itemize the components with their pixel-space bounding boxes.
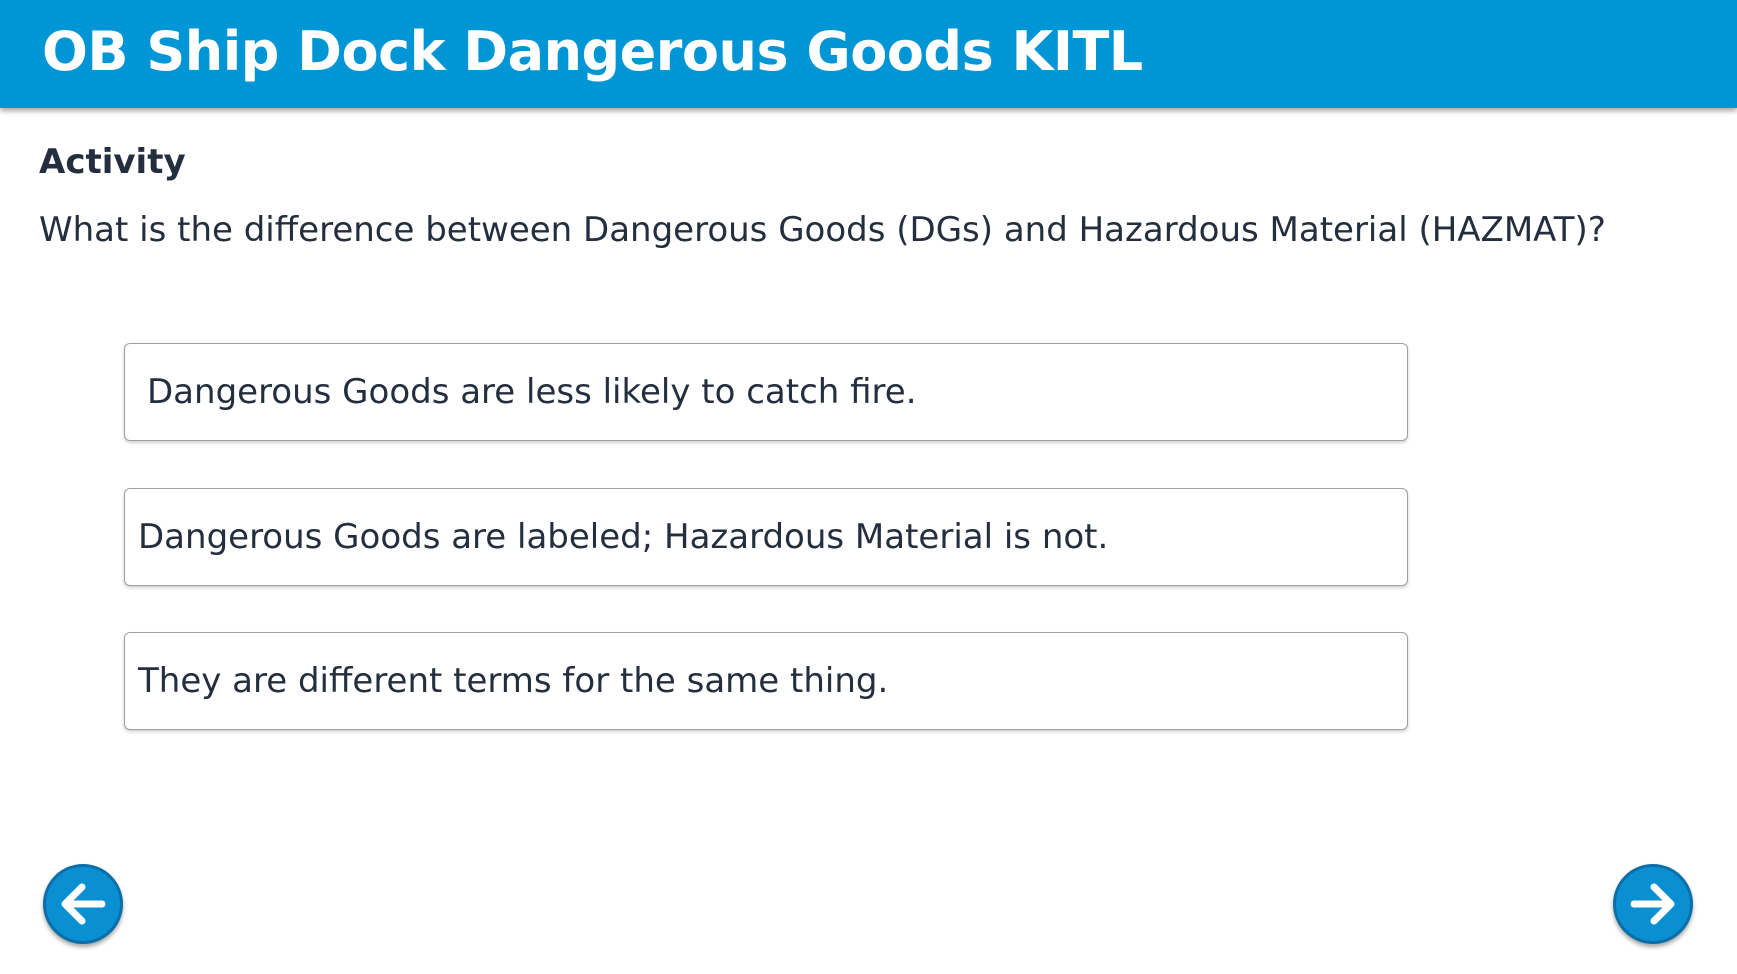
- course-title: OB Ship Dock Dangerous Goods KITL: [42, 20, 1143, 83]
- answer-option-text: Dangerous Goods are less likely to catch…: [147, 372, 917, 412]
- section-label: Activity: [39, 142, 186, 182]
- next-button[interactable]: [1613, 864, 1693, 944]
- answer-option-2[interactable]: Dangerous Goods are labeled; Hazardous M…: [124, 488, 1408, 586]
- previous-button[interactable]: [43, 864, 123, 944]
- header-bar: OB Ship Dock Dangerous Goods KITL: [0, 0, 1737, 108]
- answer-option-text: They are different terms for the same th…: [138, 661, 889, 701]
- question-text: What is the difference between Dangerous…: [39, 210, 1606, 250]
- answer-option-1[interactable]: Dangerous Goods are less likely to catch…: [124, 343, 1408, 441]
- arrow-right-icon: [1630, 883, 1675, 925]
- answer-option-text: Dangerous Goods are labeled; Hazardous M…: [138, 517, 1109, 557]
- answer-option-3[interactable]: They are different terms for the same th…: [124, 632, 1408, 730]
- arrow-left-icon: [61, 883, 106, 925]
